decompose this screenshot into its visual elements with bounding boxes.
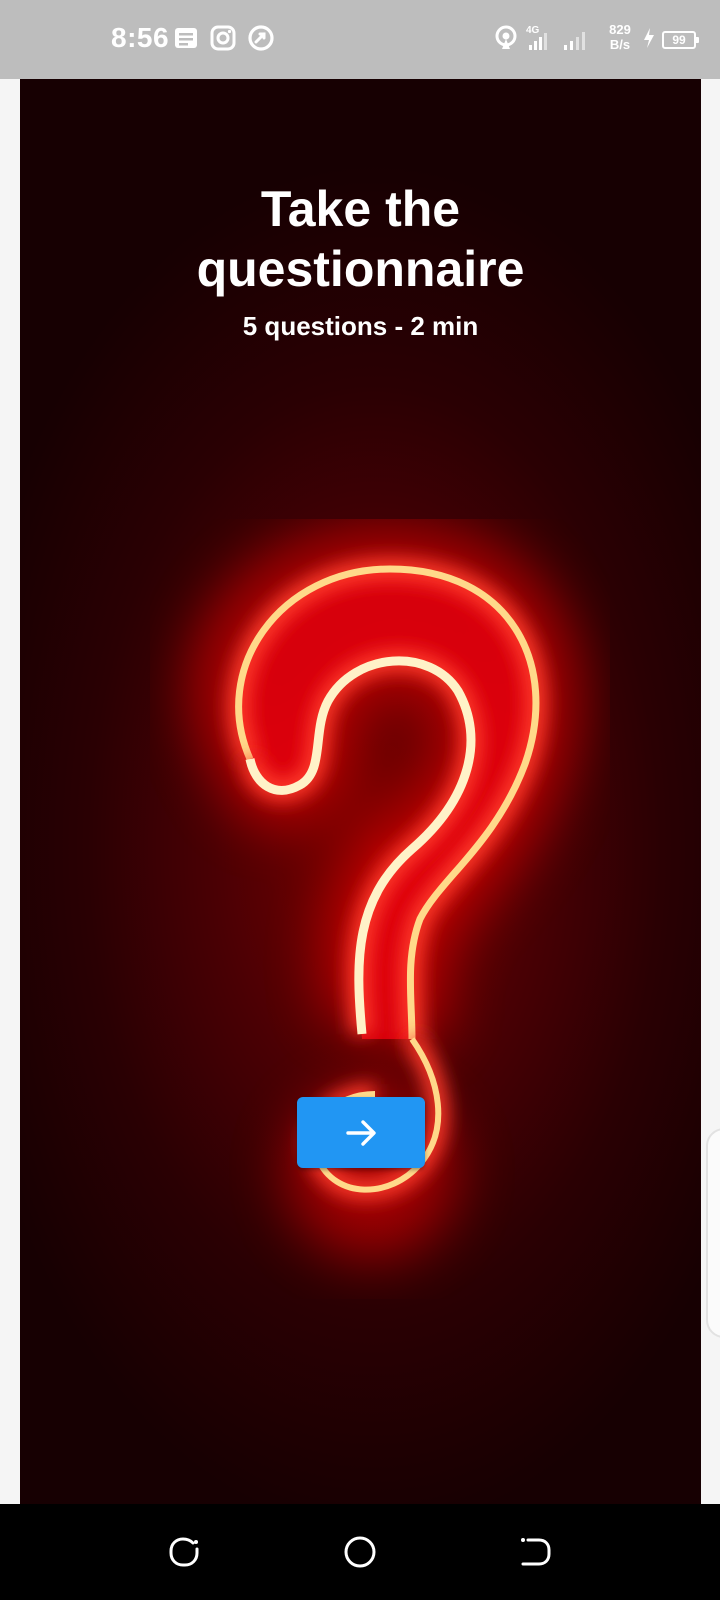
page-title: Take the questionnaire [20,179,701,299]
status-bar: 8:56 4G 829 B/s 99 [0,0,720,79]
arrow-right-icon [346,1119,376,1146]
network-speed-value: 829 [609,22,631,37]
signal-4g-icon: 4G [526,24,552,52]
page-title-line-2: questionnaire [196,241,525,297]
edge-panel-handle[interactable] [706,1128,720,1338]
instagram-icon [209,24,237,52]
navigation-bar [0,1504,720,1600]
recent-apps-icon[interactable] [166,1534,202,1570]
network-speed: 829 B/s [604,22,636,52]
battery-icon: 99 [662,31,699,49]
next-button[interactable] [297,1097,425,1168]
back-icon[interactable] [518,1534,554,1570]
app-notification-icon [247,24,275,52]
charging-icon [641,24,657,52]
home-icon[interactable] [342,1534,378,1570]
svg-text:4G: 4G [526,25,540,36]
questionnaire-intro-screen: Take the questionnaire 5 questions - 2 m… [20,79,701,1504]
network-speed-unit: B/s [609,37,631,52]
hotspot-icon [492,24,520,52]
questionnaire-info: 5 questions - 2 min [242,311,479,341]
neon-question-mark-icon [190,523,579,1259]
page-title-line-1: Take the [260,181,461,237]
status-time: 8:56 [111,22,170,53]
signal-icon [561,24,591,52]
notes-icon [172,24,200,52]
